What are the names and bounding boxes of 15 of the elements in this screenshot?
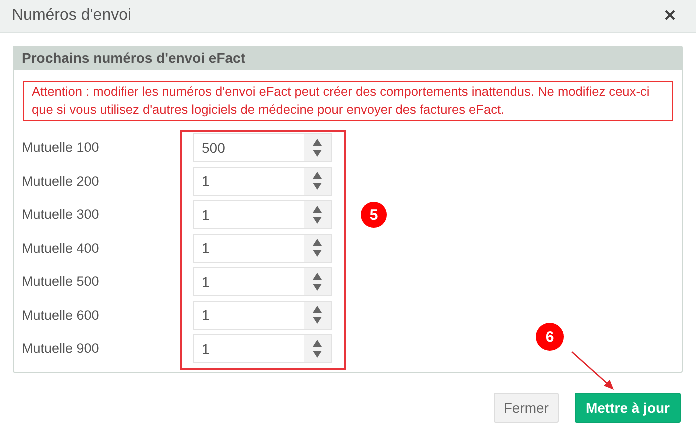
field-label: Mutuelle 900 xyxy=(22,340,100,358)
panel-title: Prochains numéros d'envoi eFact xyxy=(14,47,682,70)
step-badge: 5 xyxy=(361,202,387,228)
field-label: Mutuelle 200 xyxy=(22,172,100,190)
close-button[interactable]: Fermer xyxy=(494,393,559,423)
field-label: Mutuelle 500 xyxy=(22,273,100,291)
field-label: Mutuelle 300 xyxy=(22,206,100,224)
field-label: Mutuelle 400 xyxy=(22,240,100,258)
field-label: Mutuelle 100 xyxy=(22,139,100,157)
pointer-arrow xyxy=(570,350,616,392)
close-button[interactable]: × xyxy=(660,6,680,26)
warning-message: Attention : modifier les numéros d'envoi eFact peut créer des comportements inattendus. Ne modifiez ceux-ci que si vous utilisez d'autres logiciels de médecine pour envoyer des factures eFact. xyxy=(23,81,673,121)
step-badge: 6 xyxy=(536,323,564,351)
field-label: Mutuelle 600 xyxy=(22,306,100,324)
window-title: Numéros d'envoi xyxy=(12,7,132,25)
